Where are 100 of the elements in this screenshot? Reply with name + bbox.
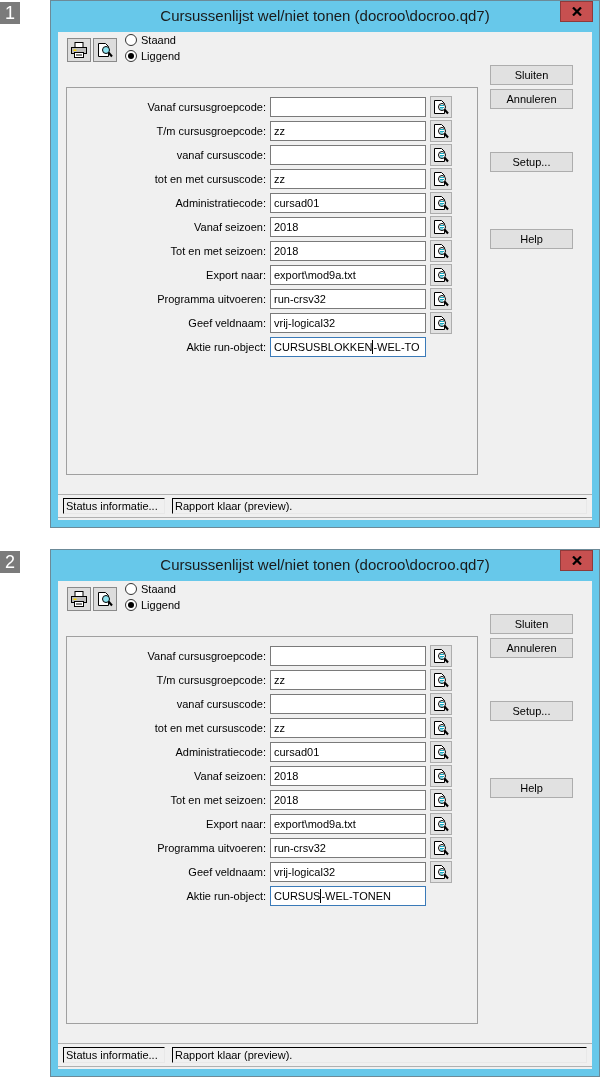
dialog-button[interactable]: Setup... [490,701,573,721]
window-title: Cursussenlijst wel/niet tonen (docroo\docroo.qd7) [160,555,490,576]
status-panel: Status informatie... [63,1047,165,1063]
text-field[interactable]: run-crsv32 [270,289,426,309]
lookup-button[interactable] [430,645,452,667]
status-panel: Rapport klaar (preview). [172,1047,587,1063]
field-label: Administratiecode: [174,195,266,211]
close-button[interactable] [560,1,593,22]
text-field[interactable]: zz [270,169,426,189]
field-label: Geef veldnaam: [187,315,266,331]
text-field[interactable] [270,145,426,165]
field-label: Tot en met seizoen: [169,243,266,259]
lookup-button[interactable] [430,789,452,811]
field-label: Programma uitvoeren: [156,291,266,307]
text-field[interactable]: 2018 [270,241,426,261]
document-magnifier-icon [433,792,449,808]
lookup-button[interactable] [430,717,452,739]
dialog-button[interactable]: Help [490,778,573,798]
text-field[interactable]: cursad01 [270,193,426,213]
dialog-button[interactable]: Sluiten [490,65,573,85]
document-magnifier-icon [433,720,449,736]
text-field[interactable]: vrij-logical32 [270,862,426,882]
lookup-button[interactable] [430,168,452,190]
lookup-button[interactable] [430,693,452,715]
lookup-button[interactable] [430,741,452,763]
printer-icon [71,42,87,58]
lookup-button[interactable] [430,192,452,214]
lookup-button[interactable] [430,813,452,835]
document-magnifier-icon [433,147,449,163]
text-caret [372,340,374,354]
print-button[interactable] [67,587,91,611]
field-label: tot en met cursuscode: [153,720,266,736]
document-magnifier-icon [433,219,449,235]
document-magnifier-icon [433,816,449,832]
field-label: Geef veldnaam: [187,864,266,880]
field-label: vanaf cursuscode: [175,147,266,163]
lookup-button[interactable] [430,120,452,142]
document-magnifier-icon [433,267,449,283]
document-magnifier-icon [433,123,449,139]
lookup-button[interactable] [430,765,452,787]
close-icon [571,556,582,565]
lookup-button[interactable] [430,216,452,238]
lookup-button[interactable] [430,837,452,859]
document-magnifier-icon [433,648,449,664]
text-field[interactable] [270,97,426,117]
text-field[interactable]: zz [270,670,426,690]
radio-option[interactable]: Staand [125,32,181,48]
text-field[interactable]: CURSUSBLOKKEN-WEL-TO [270,337,426,357]
field-label: tot en met cursuscode: [153,171,266,187]
field-label: vanaf cursuscode: [175,696,266,712]
print-button[interactable] [67,38,91,62]
lookup-button[interactable] [430,264,452,286]
document-magnifier-icon [433,696,449,712]
lookup-button[interactable] [430,240,452,262]
dialog-button[interactable]: Setup... [490,152,573,172]
field-label: Vanaf seizoen: [193,219,266,235]
dialog-button[interactable]: Annuleren [490,638,573,658]
preview-button[interactable] [93,38,117,62]
document-magnifier-icon [97,42,113,58]
field-label: Export naar: [205,267,266,283]
preview-button[interactable] [93,587,117,611]
text-field[interactable] [270,694,426,714]
text-field[interactable]: vrij-logical32 [270,313,426,333]
text-field[interactable]: CURSUS-WEL-TONEN [270,886,426,906]
dialog-button[interactable]: Help [490,229,573,249]
text-field[interactable]: zz [270,718,426,738]
lookup-button[interactable] [430,96,452,118]
radio-option[interactable]: Liggend [125,597,181,613]
document-magnifier-icon [433,291,449,307]
field-label: Aktie run-object: [185,339,266,355]
radio-option[interactable]: Liggend [125,48,181,64]
status-panel: Rapport klaar (preview). [172,498,587,514]
lookup-button[interactable] [430,669,452,691]
text-field[interactable]: zz [270,121,426,141]
text-field[interactable]: export\mod9a.txt [270,265,426,285]
field-label: T/m cursusgroepcode: [155,672,266,688]
document-magnifier-icon [433,99,449,115]
text-field[interactable]: 2018 [270,217,426,237]
text-field[interactable]: 2018 [270,790,426,810]
dialog-button[interactable]: Sluiten [490,614,573,634]
close-button[interactable] [560,550,593,571]
dialog-button[interactable]: Annuleren [490,89,573,109]
text-field[interactable] [270,646,426,666]
radio-option[interactable]: Staand [125,581,181,597]
lookup-button[interactable] [430,861,452,883]
field-label: Export naar: [205,816,266,832]
step-number: 2 [0,551,20,573]
field-label: Programma uitvoeren: [156,840,266,856]
lookup-button[interactable] [430,288,452,310]
text-field[interactable]: run-crsv32 [270,838,426,858]
text-field[interactable]: export\mod9a.txt [270,814,426,834]
field-label: Administratiecode: [174,744,266,760]
field-label: Vanaf cursusgroepcode: [146,648,266,664]
close-icon [571,7,582,16]
document-magnifier-icon [433,744,449,760]
text-field[interactable]: cursad01 [270,742,426,762]
lookup-button[interactable] [430,312,452,334]
text-field[interactable]: 2018 [270,766,426,786]
lookup-button[interactable] [430,144,452,166]
field-label: T/m cursusgroepcode: [155,123,266,139]
